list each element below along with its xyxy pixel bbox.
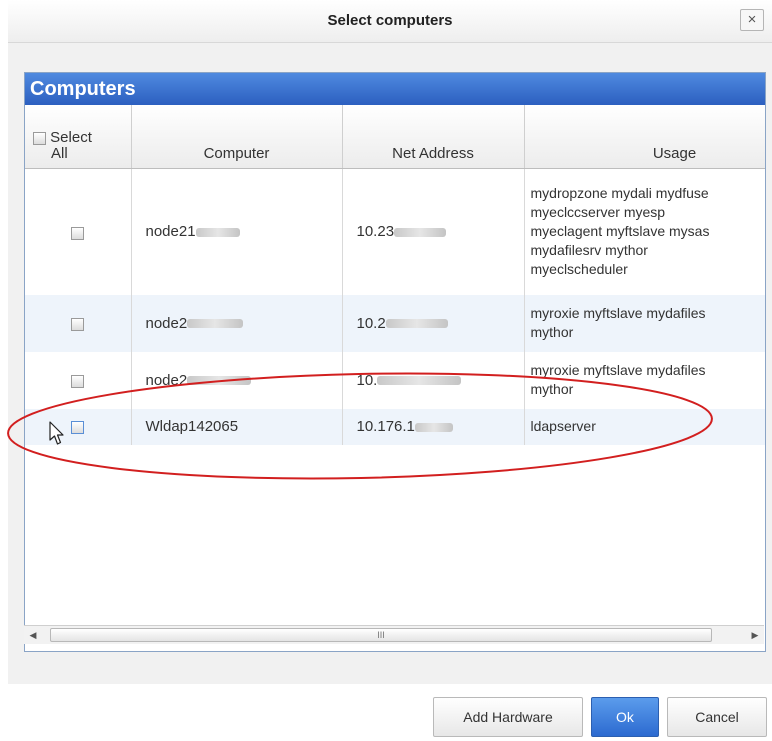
usage-cell: mydropzone mydali mydfuse myeclccserver … [524, 168, 765, 295]
select-all-label-line2: All [51, 145, 68, 162]
cancel-button[interactable]: Cancel [667, 697, 767, 737]
usage-line: myeclagent myftslave mysas [530, 223, 710, 240]
obscured-text [394, 227, 447, 237]
obscured-text [377, 376, 462, 386]
mouse-pointer-icon [49, 421, 64, 445]
select-all-header: Select All [25, 105, 132, 169]
scrollbar-thumb[interactable]: III [50, 628, 712, 642]
column-header-net-address[interactable]: Net Address [342, 105, 525, 169]
net-address: 10.23 [356, 223, 395, 241]
obscured-text [187, 319, 244, 329]
usage-line: mythor [530, 381, 574, 397]
net-address: 10.2 [356, 314, 386, 332]
computers-table: Select All Computer Net Address Usage no… [25, 105, 765, 445]
close-icon[interactable]: × [740, 9, 764, 31]
table-row-selected[interactable]: Wldap142065 10.176.1 ldapserver [25, 408, 765, 445]
usage-cell: myroxie myftslave mydafiles mythor [524, 294, 765, 352]
usage-line: mydropzone mydali mydfuse [530, 185, 709, 202]
computer-name: Wldap142065 [145, 418, 239, 435]
usage-line: myroxie myftslave mydafiles [530, 305, 706, 321]
row-checkbox[interactable] [71, 374, 85, 388]
row-checkbox[interactable] [71, 226, 85, 240]
obscured-text [187, 376, 252, 386]
usage-cell: myroxie myftslave mydafiles mythor [524, 351, 765, 409]
panel-title: Computers [25, 73, 765, 105]
select-all-label: Select [50, 129, 92, 146]
obscured-text [195, 227, 240, 237]
column-header-usage[interactable]: Usage [524, 105, 765, 169]
add-hardware-button[interactable]: Add Hardware [433, 697, 583, 737]
usage-line: ldapserver [530, 418, 596, 434]
table-row[interactable]: node2 10. myroxie myftslave mydafiles my… [25, 351, 765, 409]
usage-line: mydafilesrv mythor [530, 242, 648, 259]
net-address: 10. [356, 371, 378, 389]
computers-panel: Computers Select All Computer Net Addres… [24, 72, 766, 652]
scroll-left-icon[interactable]: ◀ [24, 626, 42, 644]
obscured-text [385, 319, 448, 329]
select-all-checkbox[interactable] [33, 131, 46, 145]
usage-cell: ldapserver [524, 408, 765, 445]
row-checkbox[interactable] [71, 421, 85, 435]
usage-line: myroxie myftslave mydafiles [530, 362, 706, 378]
dialog-title: Select computers [327, 12, 453, 29]
computer-name: node2 [145, 371, 188, 389]
net-address: 10.176.1 [356, 418, 415, 435]
table-row[interactable]: node2 10.2 myroxie myftslave mydafiles m… [25, 294, 765, 352]
horizontal-scrollbar[interactable]: ◀ III ▶ [24, 625, 764, 644]
obscured-text [414, 422, 453, 432]
computer-name: node2 [145, 314, 188, 332]
usage-line: myeclscheduler [530, 261, 628, 278]
ok-button[interactable]: Ok [591, 697, 659, 737]
table-row[interactable]: node21 10.23 mydropzone mydali mydfuse m… [25, 168, 765, 295]
dialog-titlebar: Select computers × [8, 0, 772, 43]
usage-line: mythor [530, 324, 574, 340]
usage-line: myeclccserver myesp [530, 204, 666, 221]
row-checkbox[interactable] [71, 317, 85, 331]
scroll-right-icon[interactable]: ▶ [746, 626, 764, 644]
column-header-computer[interactable]: Computer [131, 105, 343, 169]
computer-name: node21 [145, 223, 196, 241]
